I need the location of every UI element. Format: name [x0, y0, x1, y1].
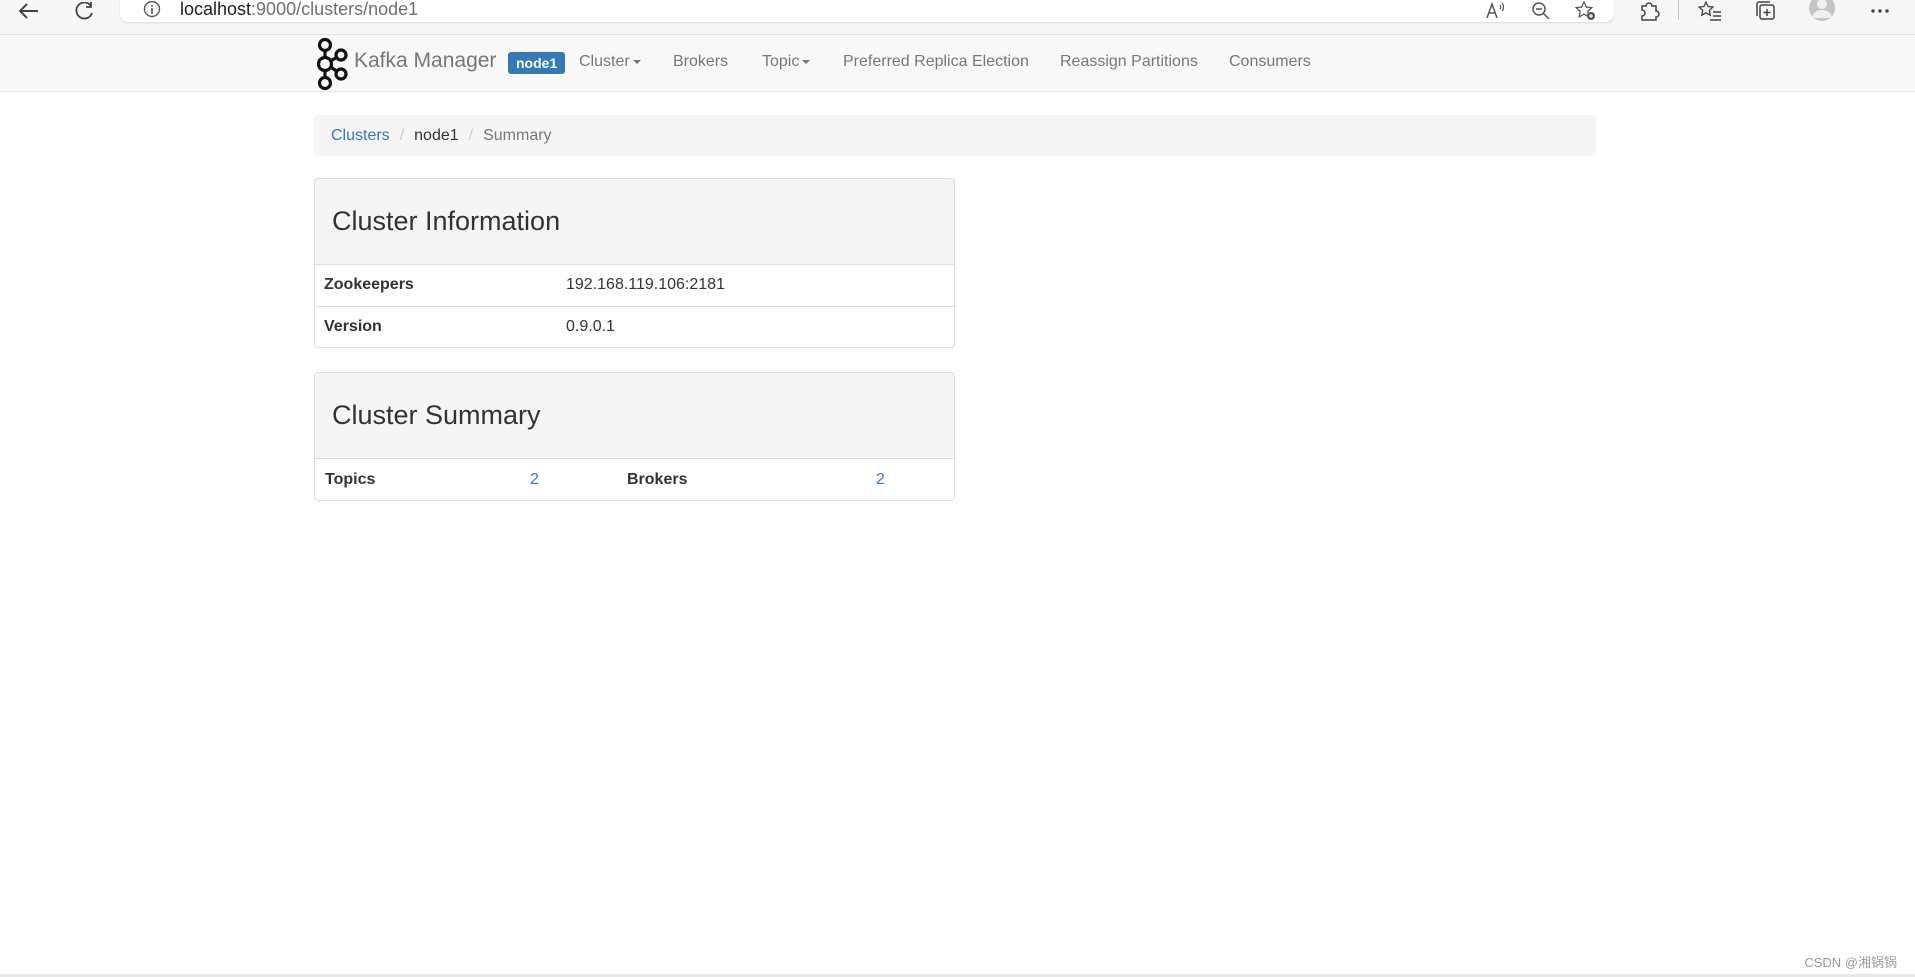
brokers-count-link[interactable]: 2: [876, 471, 885, 488]
cluster-badge: node1: [508, 52, 566, 74]
url-path: :9000/clusters/node1: [251, 0, 419, 19]
brokers-label: Brokers: [627, 470, 688, 488]
caret-down-icon: [802, 60, 811, 64]
profile-avatar-icon[interactable]: [1805, 0, 1839, 22]
breadcrumb-separator: /: [399, 126, 405, 144]
site-info-icon[interactable]: [142, 0, 162, 20]
nav-brokers-label: Brokers: [673, 53, 729, 70]
table-row: Version 0.9.0.1: [315, 305, 954, 347]
read-aloud-icon[interactable]: [1482, 0, 1510, 22]
add-favorite-icon[interactable]: [1572, 0, 1600, 22]
nav-reassign-label: Reassign Partitions: [1060, 53, 1198, 70]
cluster-summary-table: Topics 2 Brokers 2: [315, 459, 954, 500]
nav-reassign-partitions[interactable]: Reassign Partitions: [1060, 53, 1198, 71]
nav-topic-dropdown[interactable]: Topic: [762, 53, 811, 71]
watermark: CSDN @湘锅锅: [1804, 955, 1897, 970]
cluster-summary-title: Cluster Summary: [332, 400, 541, 430]
table-row: Zookeepers 192.168.119.106:2181: [315, 265, 954, 306]
zoom-out-icon[interactable]: [1527, 0, 1555, 22]
browser-toolbar: localhost:9000/clusters/node1: [0, 0, 1915, 34]
address-bar[interactable]: localhost:9000/clusters/node1: [120, 0, 1614, 22]
zookeepers-label: Zookeepers: [324, 276, 414, 294]
breadcrumb: Clusters / node1 / Summary: [314, 115, 1596, 156]
nav-topic-label: Topic: [762, 53, 800, 70]
cluster-information-table: Zookeepers 192.168.119.106:2181 Version …: [315, 265, 954, 347]
url-text[interactable]: localhost:9000/clusters/node1: [180, 0, 418, 20]
nav-preferred-replica-election[interactable]: Preferred Replica Election: [843, 53, 1029, 71]
more-options-icon[interactable]: [1863, 0, 1897, 22]
back-arrow-icon[interactable]: [12, 0, 46, 22]
brokers-count-cell: 2: [867, 459, 954, 500]
topics-count-cell: 2: [521, 459, 618, 500]
nav-consumers[interactable]: Consumers: [1229, 53, 1311, 71]
nav-cluster-dropdown[interactable]: Cluster: [579, 53, 641, 71]
breadcrumb-current: Summary: [483, 126, 552, 144]
nav-brokers[interactable]: Brokers: [673, 53, 728, 71]
favorites-icon[interactable]: [1693, 0, 1727, 22]
panel-heading: Cluster Information: [315, 179, 954, 265]
topics-label: Topics: [325, 470, 376, 488]
version-label: Version: [315, 305, 557, 347]
kafka-logo-icon: [316, 37, 348, 91]
url-host: localhost: [180, 0, 252, 19]
topics-count-link[interactable]: 2: [530, 471, 539, 488]
toolbar-divider: [1678, 0, 1679, 20]
nav-pre-label: Preferred Replica Election: [843, 53, 1029, 70]
caret-down-icon: [632, 60, 641, 64]
extensions-icon[interactable]: [1632, 0, 1666, 22]
reload-icon[interactable]: [68, 0, 102, 22]
collections-icon[interactable]: [1748, 0, 1782, 22]
nav-consumers-label: Consumers: [1229, 53, 1311, 70]
brand[interactable]: Kafka Manager: [314, 35, 496, 93]
panel-heading: Cluster Summary: [315, 373, 954, 459]
table-row: Topics 2 Brokers 2: [315, 459, 954, 500]
cluster-information-panel: Cluster Information Zookeepers 192.168.1…: [314, 178, 955, 348]
app-navbar: Kafka Manager node1 Cluster Brokers Topi…: [0, 34, 1915, 92]
version-value: 0.9.0.1: [557, 305, 954, 347]
zookeepers-value: 192.168.119.106:2181: [566, 276, 725, 294]
breadcrumb-cluster: node1: [414, 126, 459, 144]
cluster-information-title: Cluster Information: [332, 206, 561, 236]
breadcrumb-clusters-link[interactable]: Clusters: [331, 127, 390, 145]
cluster-summary-panel: Cluster Summary Topics 2 Brokers 2: [314, 372, 955, 501]
breadcrumb-separator: /: [468, 126, 474, 144]
nav-cluster-label: Cluster: [579, 53, 630, 70]
brand-title: Kafka Manager: [354, 49, 497, 72]
